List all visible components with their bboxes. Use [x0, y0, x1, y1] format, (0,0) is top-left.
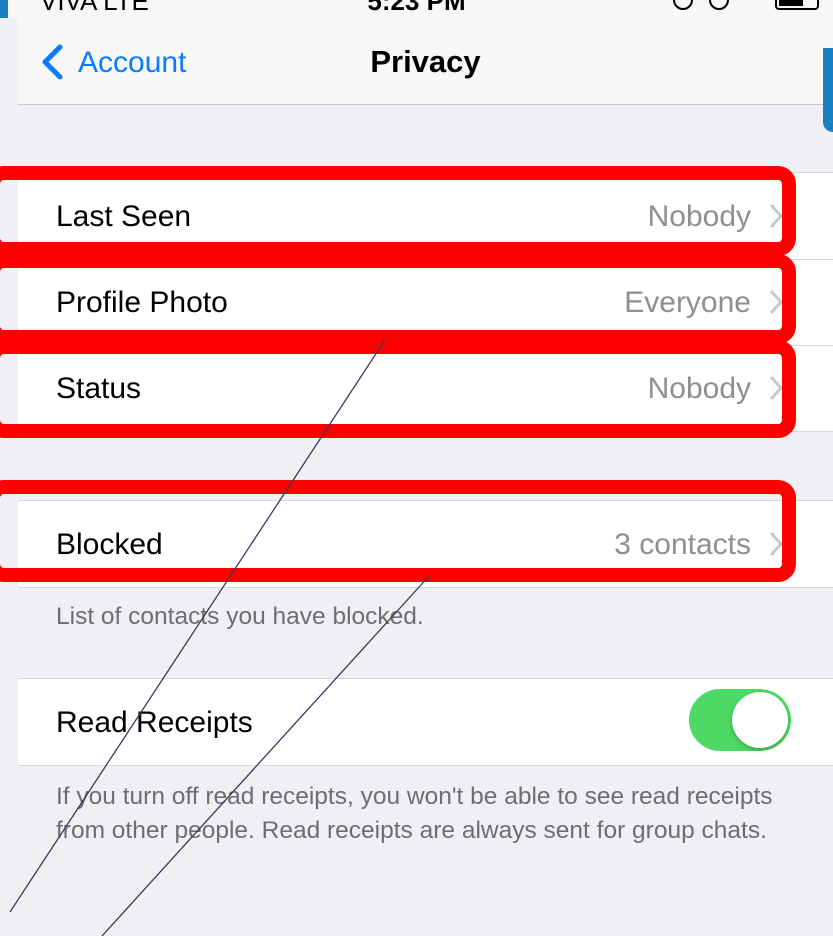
battery-icon	[775, 0, 819, 10]
last-seen-row[interactable]: Last Seen Nobody	[18, 173, 833, 259]
read-receipts-group: Read Receipts	[18, 678, 833, 766]
chevron-right-icon	[769, 375, 783, 401]
blocked-footer-text: List of contacts you have blocked.	[56, 603, 424, 630]
profile-photo-row[interactable]: Profile Photo Everyone	[18, 259, 833, 345]
read-receipts-row: Read Receipts	[18, 679, 833, 765]
read-receipts-label: Read Receipts	[56, 706, 253, 739]
last-seen-label: Last Seen	[56, 200, 192, 233]
profile-photo-label: Profile Photo	[56, 286, 228, 319]
blocked-group: Blocked 3 contacts	[18, 500, 833, 588]
chevron-right-icon	[769, 203, 783, 229]
last-seen-value: Nobody	[647, 200, 751, 233]
read-receipts-footer-text: If you turn off read receipts, you won't…	[56, 783, 773, 844]
status-bar: VIVA LTE 5:23 PM	[0, 0, 833, 18]
blocked-value: 3 contacts	[614, 528, 751, 561]
status-label: Status	[56, 372, 142, 405]
status-time: 5:23 PM	[367, 0, 466, 16]
read-receipts-toggle[interactable]	[689, 689, 791, 751]
blocked-row[interactable]: Blocked 3 contacts	[18, 501, 833, 587]
chevron-right-icon	[769, 531, 783, 557]
profile-photo-value: Everyone	[624, 286, 751, 319]
blocked-label: Blocked	[56, 528, 163, 561]
status-row[interactable]: Status Nobody	[18, 345, 833, 431]
status-value: Nobody	[647, 372, 751, 405]
privacy-settings-group: Last Seen Nobody Profile Photo Everyone …	[18, 172, 833, 432]
screen-edge-right	[823, 48, 833, 132]
navigation-bar: Account Privacy	[18, 18, 833, 105]
chevron-right-icon	[769, 289, 783, 315]
page-title: Privacy	[370, 44, 481, 79]
toggle-knob	[732, 692, 788, 748]
